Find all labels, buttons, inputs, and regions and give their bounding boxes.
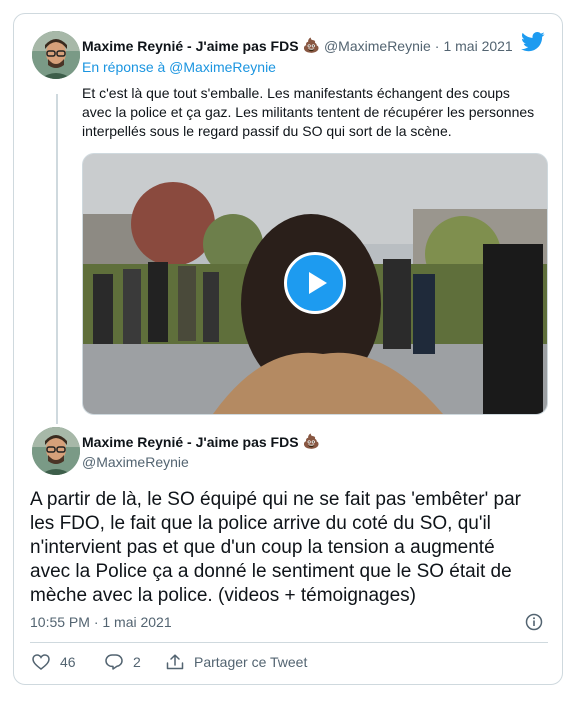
reply-icon [105, 654, 123, 670]
reply-tweet-text: Et c'est là que tout s'emballe. Les mani… [82, 85, 535, 139]
tweet-embed-card: Maxime Reynié - J'aime pas FDS 💩 @Maxime… [13, 13, 563, 685]
in-reply-to-link[interactable]: En réponse à @MaximeReynie [82, 59, 276, 75]
like-count: 46 [60, 654, 76, 670]
poop-emoji-icon: 💩 [302, 37, 320, 53]
separator-dot: · [434, 37, 440, 54]
author-handle[interactable]: @MaximeReynie [324, 38, 431, 54]
avatar[interactable] [32, 427, 80, 475]
author-handle[interactable]: @MaximeReynie [82, 454, 189, 470]
author-name[interactable]: Maxime Reynié - J'aime pas FDS [82, 434, 299, 450]
reply-count: 2 [133, 654, 141, 670]
main-tweet-text: A partir de là, le SO équipé qui ne se f… [30, 489, 521, 606]
avatar-image [32, 427, 80, 475]
actions-divider [30, 642, 548, 643]
share-icon [166, 654, 184, 670]
author-name[interactable]: Maxime Reynié - J'aime pas FDS [82, 38, 299, 54]
tweet-date[interactable]: 1 mai 2021 [443, 38, 512, 54]
poop-emoji-icon: 💩 [302, 433, 320, 449]
avatar-image [32, 31, 80, 79]
reply-author-row: Maxime Reynié - J'aime pas FDS 💩 @Maxime… [82, 37, 513, 54]
share-label: Partager ce Tweet [194, 654, 308, 670]
main-author-row: Maxime Reynié - J'aime pas FDS 💩 [82, 433, 320, 450]
play-icon[interactable] [284, 252, 346, 314]
info-icon[interactable] [525, 613, 543, 636]
avatar[interactable] [32, 31, 80, 79]
heart-icon [32, 654, 50, 670]
thread-connector-line [56, 94, 58, 424]
tweet-timestamp[interactable]: 10:55 PM · 1 mai 2021 [30, 614, 172, 630]
share-action[interactable]: Partager ce Tweet [166, 654, 307, 670]
twitter-bird-icon[interactable] [521, 32, 545, 57]
reply-action[interactable]: 2 [105, 654, 141, 670]
like-action[interactable]: 46 [32, 654, 76, 670]
video-player[interactable] [82, 153, 548, 415]
